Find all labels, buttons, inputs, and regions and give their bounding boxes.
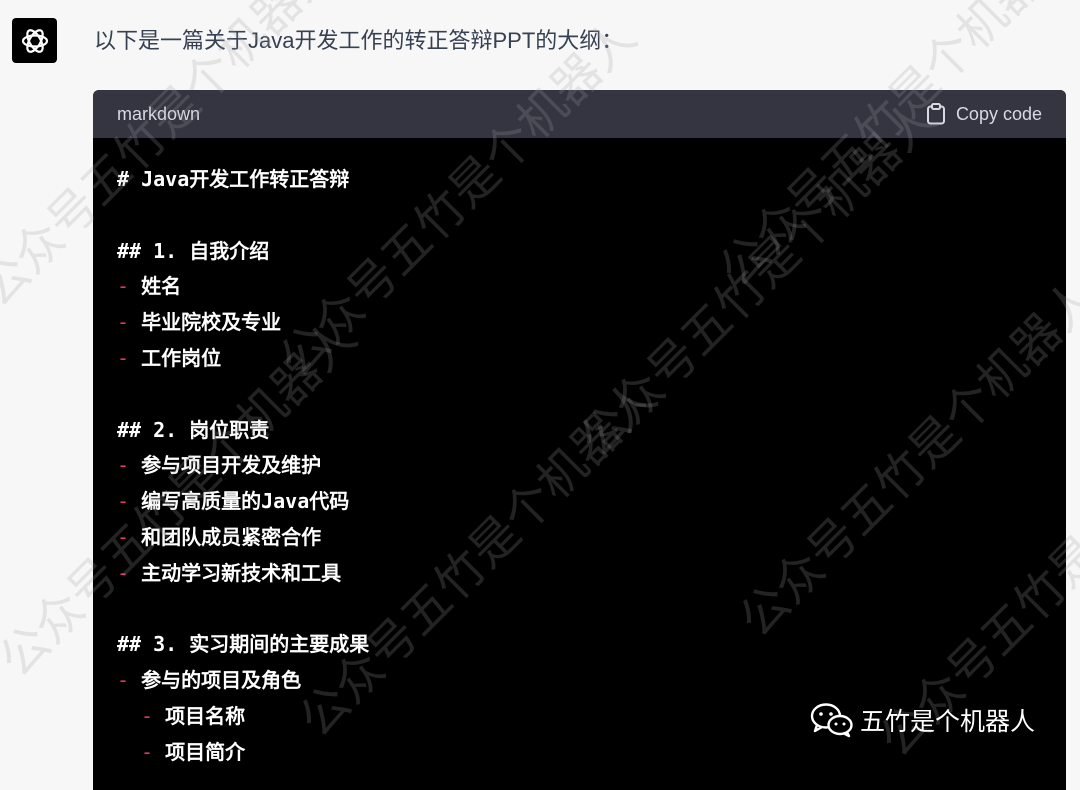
code-line: ## 2. 岗位职责 xyxy=(117,413,1066,449)
list-bullet: - xyxy=(141,703,154,728)
list-bullet: - xyxy=(117,668,130,693)
list-bullet: - xyxy=(117,310,130,335)
code-line: # Java开发工作转正答辩 xyxy=(117,162,1066,198)
code-line: - 工作岗位 xyxy=(117,341,1066,377)
code-line-text: 项目简介 xyxy=(165,739,246,764)
wechat-icon xyxy=(810,703,853,738)
code-line: - 编写高质量的Java代码 xyxy=(117,484,1066,520)
code-block: markdown Copy code # Java开发工作转正答辩 ## 1. 自… xyxy=(93,90,1066,790)
brand-watermark: 五竹是个机器人 xyxy=(810,702,1035,738)
code-line-text: 姓名 xyxy=(141,274,182,299)
code-language-label: markdown xyxy=(117,103,201,124)
code-line-text: 工作岗位 xyxy=(141,345,222,370)
list-bullet: - xyxy=(141,739,154,764)
code-line: - 毕业院校及专业 xyxy=(117,305,1066,341)
copy-code-label: Copy code xyxy=(955,103,1042,124)
code-line-text: 项目名称 xyxy=(165,703,246,728)
copy-code-button[interactable]: Copy code xyxy=(926,103,1042,125)
assistant-avatar xyxy=(12,18,57,63)
message-intro-text: 以下是一篇关于Java开发工作的转正答辩PPT的大纲： xyxy=(94,28,624,53)
code-line: - 参与的项目及角色 xyxy=(117,663,1066,699)
code-line: - 姓名 xyxy=(117,269,1066,305)
code-line: - 项目简介 xyxy=(117,735,1066,771)
brand-name: 五竹是个机器人 xyxy=(860,708,1036,736)
code-line-text: 毕业院校及专业 xyxy=(141,310,282,335)
code-content: # Java开发工作转正答辩 ## 1. 自我介绍 - 姓名 - 毕业院校及专业 - 工… xyxy=(93,138,1066,771)
assistant-message: 以下是一篇关于Java开发工作的转正答辩PPT的大纲： markdown Cop… xyxy=(0,0,1080,790)
list-bullet: - xyxy=(117,345,130,370)
code-line-text: 参与的项目及角色 xyxy=(141,668,302,693)
list-bullet: - xyxy=(117,274,130,299)
code-line-text: 和团队成员紧密合作 xyxy=(141,524,322,549)
code-block-header: markdown Copy code xyxy=(93,90,1066,138)
code-line-text: 编写高质量的Java代码 xyxy=(141,489,350,514)
code-line-text: ## 2. 岗位职责 xyxy=(117,417,270,442)
list-bullet: - xyxy=(117,489,130,514)
openai-logo-icon xyxy=(21,28,48,53)
code-line: - 主动学习新技术和工具 xyxy=(117,556,1066,592)
code-line: - 和团队成员紧密合作 xyxy=(117,520,1066,556)
code-line: ## 1. 自我介绍 xyxy=(117,234,1066,270)
clipboard-icon xyxy=(926,103,945,125)
code-line: - 参与项目开发及维护 xyxy=(117,448,1066,484)
list-bullet: - xyxy=(117,560,130,585)
code-line-text: ## 3. 实习期间的主要成果 xyxy=(117,632,370,657)
code-line-text: 参与项目开发及维护 xyxy=(141,453,322,478)
code-line: ## 3. 实习期间的主要成果 xyxy=(117,627,1066,663)
code-line-text: ## 1. 自我介绍 xyxy=(117,238,270,263)
code-line-text: 主动学习新技术和工具 xyxy=(141,560,342,585)
code-line-text: # Java开发工作转正答辩 xyxy=(117,167,350,191)
list-bullet: - xyxy=(117,524,130,549)
list-bullet: - xyxy=(117,453,130,478)
